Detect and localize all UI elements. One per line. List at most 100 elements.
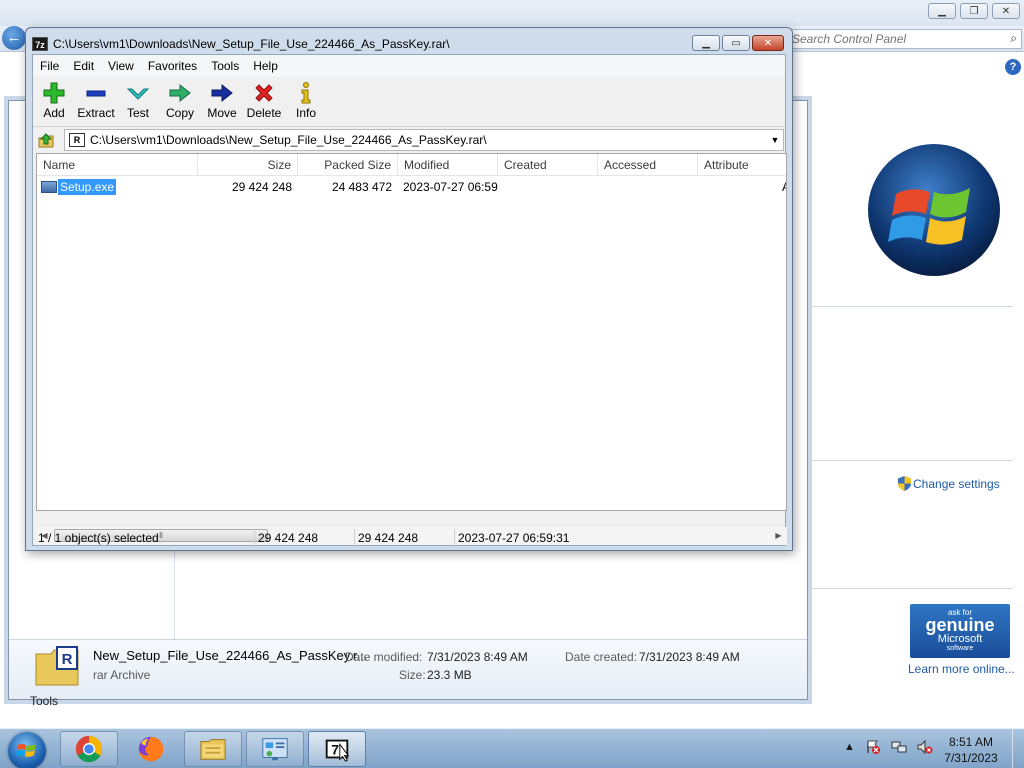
details-file-type: rar Archive <box>93 668 151 682</box>
column-accessed[interactable]: Accessed <box>598 154 698 176</box>
maximize-button[interactable]: ▭ <box>722 35 750 51</box>
menu-favorites[interactable]: Favorites <box>141 59 204 73</box>
search-box[interactable]: ⌕ <box>788 29 1022 49</box>
svg-text:R: R <box>62 651 73 668</box>
start-button[interactable] <box>8 732 46 768</box>
add-button[interactable]: Add <box>33 77 75 127</box>
back-arrow-icon[interactable]: ← <box>2 26 26 50</box>
genuine-line3: Microsoft <box>937 633 983 645</box>
close-button[interactable]: ✕ <box>992 3 1020 19</box>
status-packed: 29 424 248 <box>355 529 455 547</box>
date-modified-value: 7/31/2023 8:49 AM <box>427 650 528 664</box>
help-icon[interactable]: ? <box>1005 59 1021 75</box>
extract-icon <box>86 90 106 97</box>
search-input[interactable] <box>789 30 989 48</box>
info-label: Info <box>295 106 316 120</box>
chrome-icon <box>75 735 103 763</box>
copy-label: Copy <box>165 106 194 120</box>
network-icon[interactable] <box>891 739 907 755</box>
column-packed-size[interactable]: Packed Size <box>298 154 398 176</box>
chrome-taskbar-button[interactable] <box>60 731 118 767</box>
divider <box>808 306 1013 307</box>
show-hidden-icons-icon[interactable]: ▲ <box>844 741 855 753</box>
change-settings-label: Change settings <box>913 476 1000 491</box>
genuine-microsoft-badge[interactable]: ask for genuine Microsoft software <box>910 604 1010 658</box>
move-label: Move <box>207 106 237 120</box>
clock[interactable]: 8:51 AM 7/31/2023 <box>936 734 1006 766</box>
rar-archive-icon: R <box>35 646 79 686</box>
column-attributes[interactable]: Attribute <box>698 154 786 176</box>
status-selected: 1 / 1 object(s) selected <box>35 529 255 547</box>
system-tray: ▲ <box>844 739 933 755</box>
menu-help[interactable]: Help <box>246 59 285 73</box>
firefox-icon <box>138 736 164 762</box>
menu-view[interactable]: View <box>101 59 141 73</box>
menu-edit[interactable]: Edit <box>66 59 101 73</box>
menu-file[interactable]: File <box>33 59 66 73</box>
chevron-down-icon[interactable]: ▼ <box>767 135 783 145</box>
copy-button[interactable]: Copy <box>159 77 201 127</box>
delete-label: Delete <box>246 106 282 120</box>
windows-flag-icon <box>16 744 36 757</box>
maximize-button[interactable]: ❐ <box>960 3 988 19</box>
file-list: Name Size Packed Size Modified Created A… <box>36 153 787 511</box>
svg-text:7: 7 <box>331 742 339 758</box>
file-explorer-taskbar-button[interactable] <box>184 731 242 767</box>
move-button[interactable]: Move <box>201 77 243 127</box>
column-size[interactable]: Size <box>198 154 298 176</box>
file-attributes-cell: A <box>782 178 786 196</box>
change-settings-link[interactable]: Change settings <box>898 476 1000 491</box>
delete-button[interactable]: Delete <box>243 77 285 127</box>
up-folder-icon[interactable] <box>37 131 55 149</box>
minimize-button[interactable]: ▁ <box>928 3 956 19</box>
test-button[interactable]: Test <box>117 77 159 127</box>
minimize-button[interactable]: ▁ <box>692 35 720 51</box>
details-pane: R New_Setup_File_Use_224466_As_PassKey.r… <box>9 639 807 699</box>
list-header: Name Size Packed Size Modified Created A… <box>37 154 786 176</box>
toolbar: Add Extract Test Copy Move Delete Info <box>33 77 785 127</box>
menu-tools[interactable]: Tools <box>204 59 246 73</box>
column-modified[interactable]: Modified <box>398 154 498 176</box>
windows-logo-icon <box>868 144 1000 276</box>
volume-muted-icon[interactable] <box>917 739 933 755</box>
extract-button[interactable]: Extract <box>75 77 117 127</box>
size-label: Size: <box>399 668 426 682</box>
7zip-taskbar-button[interactable]: 7 <box>308 731 366 767</box>
show-desktop-button[interactable] <box>1012 729 1024 768</box>
status-modified: 2023-07-27 06:59:31 <box>458 531 570 545</box>
control-panel-taskbar-button[interactable] <box>246 731 304 767</box>
add-label: Add <box>43 106 65 120</box>
delete-x-icon <box>255 84 273 102</box>
column-name[interactable]: Name <box>37 154 198 176</box>
control-panel-icon <box>262 738 288 761</box>
copy-arrow-icon <box>169 83 191 103</box>
path-text: C:\Users\vm1\Downloads\New_Setup_File_Us… <box>90 133 487 147</box>
firefox-taskbar-button[interactable] <box>122 731 180 767</box>
clock-date: 7/31/2023 <box>944 751 998 765</box>
close-button[interactable]: ✕ <box>752 35 784 51</box>
test-label: Test <box>126 106 149 120</box>
shield-icon <box>898 476 911 491</box>
file-name-cell[interactable]: Setup.exe <box>58 179 117 195</box>
window-title: C:\Users\vm1\Downloads\New_Setup_File_Us… <box>53 37 450 51</box>
test-checkmark-icon <box>126 88 150 100</box>
tools-label[interactable]: Tools <box>30 694 58 708</box>
search-icon[interactable]: ⌕ <box>1010 31 1017 46</box>
table-row[interactable]: Setup.exe 29 424 248 24 483 472 2023-07-… <box>37 178 786 196</box>
learn-more-link[interactable]: Learn more online... <box>908 662 1015 676</box>
path-combobox[interactable]: R C:\Users\vm1\Downloads\New_Setup_File_… <box>64 129 784 151</box>
column-created[interactable]: Created <box>498 154 598 176</box>
rar-path-icon: R <box>69 133 85 147</box>
status-size: 29 424 248 <box>255 529 355 547</box>
info-icon <box>301 82 311 104</box>
clock-time: 8:51 AM <box>948 735 994 749</box>
7zip-icon: 7 <box>325 739 350 762</box>
exe-file-icon <box>41 181 57 193</box>
extract-label: Extract <box>77 106 115 120</box>
action-center-flag-icon[interactable] <box>865 739 881 755</box>
genuine-line4: software <box>946 645 974 652</box>
scroll-right-icon[interactable]: ▶ <box>770 527 787 544</box>
genuine-line2: genuine <box>925 615 995 635</box>
menu-bar: File Edit View Favorites Tools Help <box>33 55 785 77</box>
info-button[interactable]: Info <box>285 77 327 127</box>
